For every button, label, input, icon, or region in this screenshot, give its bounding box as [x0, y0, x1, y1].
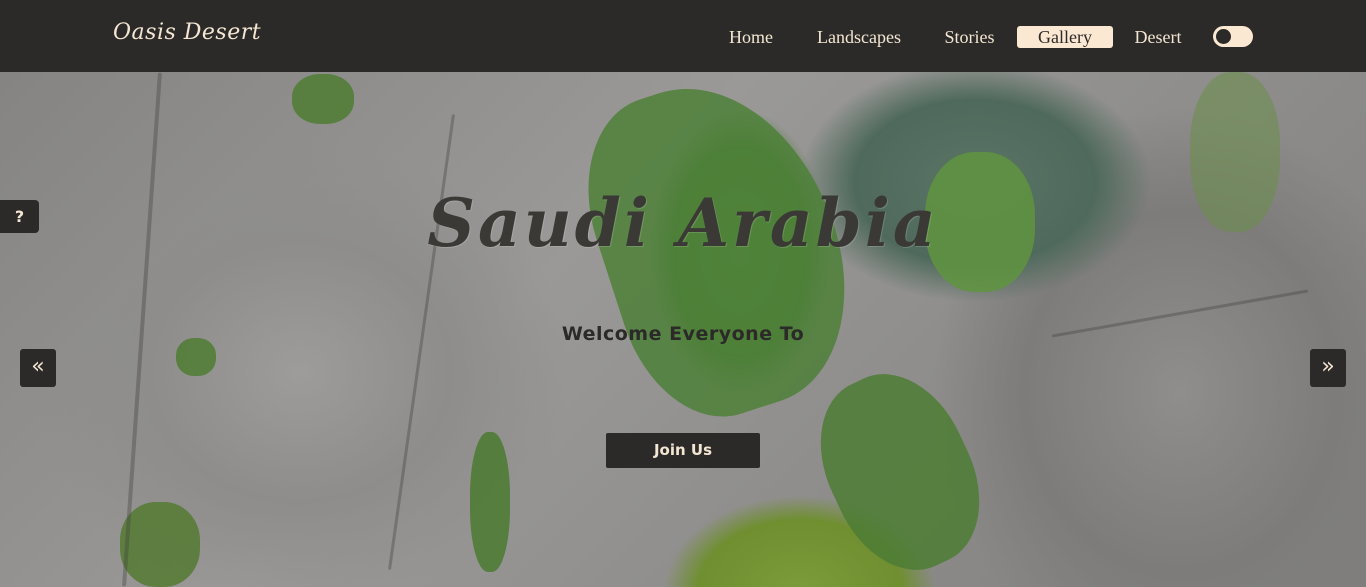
vegetation-patch — [470, 432, 510, 572]
theme-toggle-icon — [1216, 29, 1231, 44]
next-slide-button[interactable]: » — [1310, 349, 1346, 387]
nav-links: Home Landscapes Stories Gallery Desert — [0, 26, 1366, 48]
help-button[interactable]: ? — [0, 200, 39, 233]
nav-link-desert[interactable]: Desert — [1125, 26, 1191, 48]
reed-bed — [794, 351, 1006, 587]
theme-toggle[interactable] — [1213, 26, 1253, 47]
hero-title: Saudi Arabia — [427, 184, 939, 262]
vegetation-patch — [292, 74, 354, 124]
hero-subtitle: Welcome Everyone To — [561, 323, 805, 345]
nav-link-gallery[interactable]: Gallery — [1017, 26, 1113, 48]
hero-section: Saudi Arabia Welcome Everyone To Join Us — [0, 72, 1366, 587]
prev-slide-button[interactable]: « — [20, 349, 56, 387]
vegetation-patch — [120, 502, 200, 587]
nav-link-landscapes[interactable]: Landscapes — [805, 26, 913, 48]
navbar: Oasis Desert Home Landscapes Stories Gal… — [0, 0, 1366, 72]
join-us-button[interactable]: Join Us — [606, 433, 760, 468]
nav-link-stories[interactable]: Stories — [933, 26, 1006, 48]
nav-link-home[interactable]: Home — [716, 26, 786, 48]
